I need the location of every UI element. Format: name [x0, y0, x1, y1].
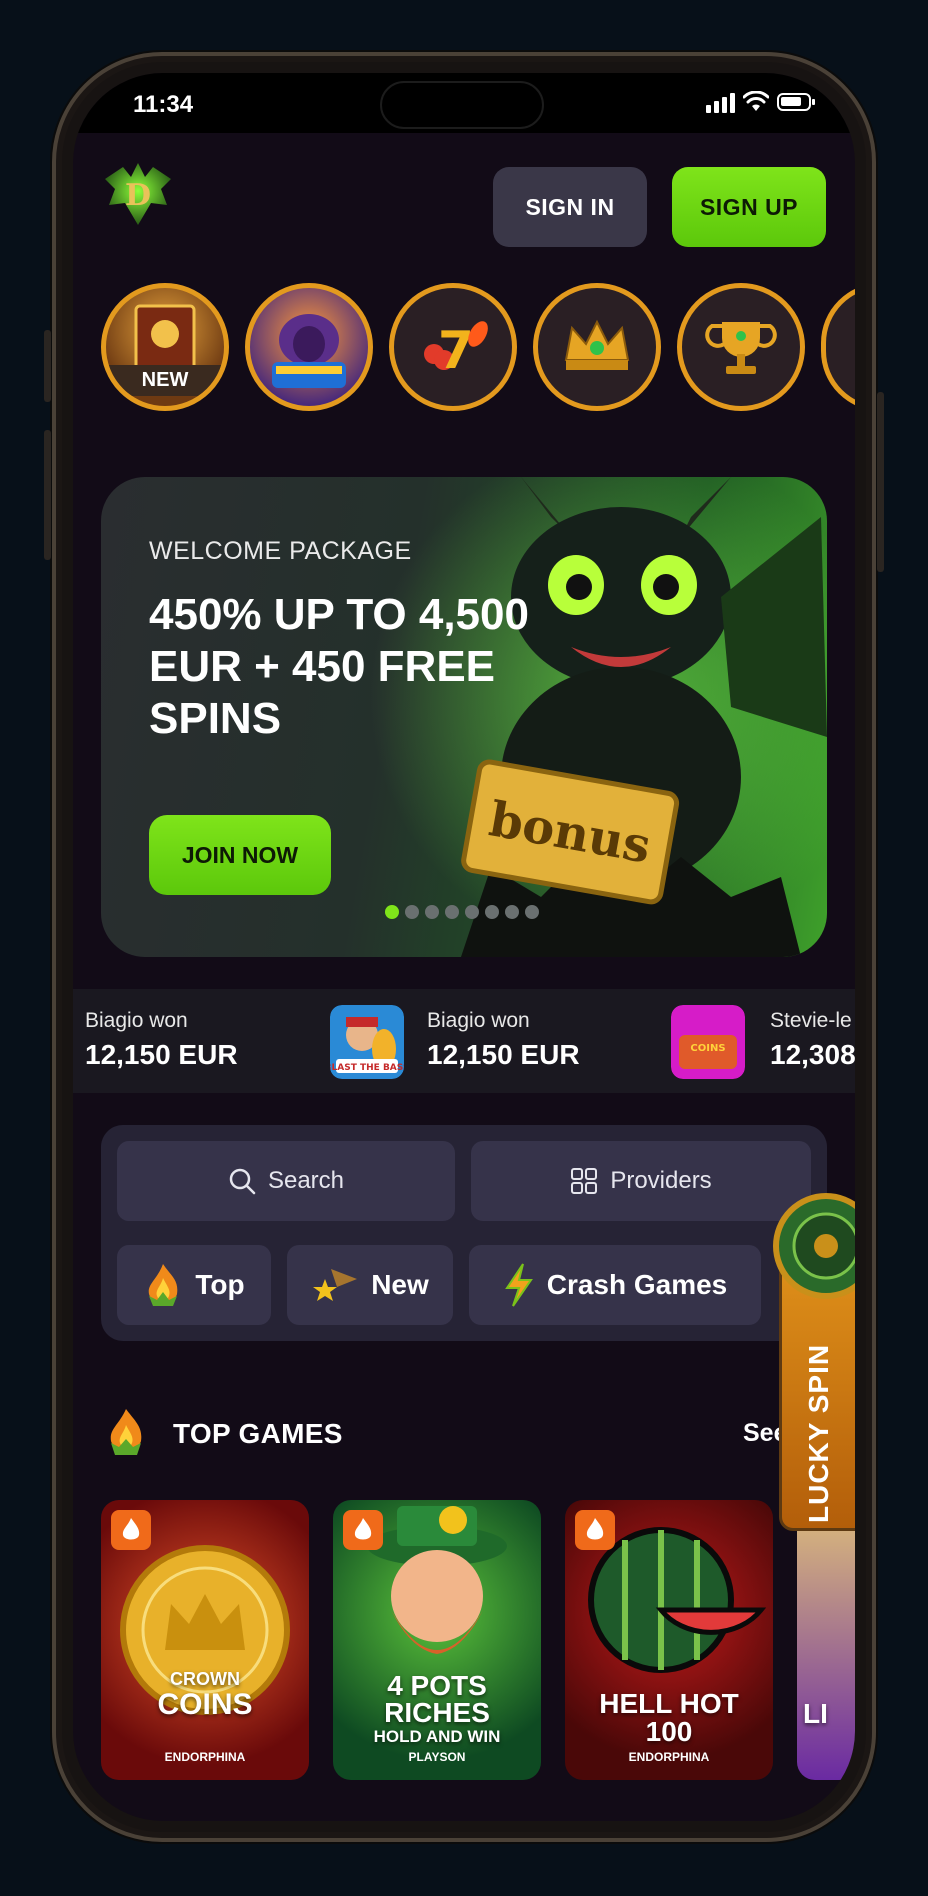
- lightning-icon: [504, 1263, 533, 1307]
- game-card-4-pots-riches[interactable]: 4 POTS RICHES HOLD AND WIN PLAYSON: [333, 1500, 541, 1780]
- sign-up-button[interactable]: SIGN UP: [672, 167, 826, 247]
- carousel-dot[interactable]: [405, 905, 419, 919]
- winner-amount: 12,150 EUR: [85, 1039, 238, 1070]
- game-title-line2: 100: [645, 1716, 693, 1747]
- tab-crash-games[interactable]: Crash Games: [469, 1245, 761, 1325]
- fire-icon: [586, 1518, 604, 1540]
- svg-text:7: 7: [438, 321, 474, 381]
- phone-side-button: [44, 430, 51, 560]
- story-strip: NEW 7: [101, 283, 855, 415]
- winner-item: Stevie-le 12,308: [770, 1009, 855, 1071]
- game-provider: PLAYSON: [408, 1750, 466, 1764]
- phone-side-button: [44, 330, 51, 402]
- search-button[interactable]: Search: [117, 1141, 455, 1221]
- story-crown[interactable]: [533, 283, 661, 411]
- coins-label: COINS: [690, 1043, 725, 1054]
- game-title-extra: HOLD AND WIN: [373, 1727, 501, 1746]
- welcome-banner[interactable]: bonus WELCOME PACKAGE 450% UP TO 4,500 E…: [101, 477, 827, 957]
- lucky-spin-label: LUCKY SPIN: [803, 1343, 834, 1523]
- buffalo-icon: [272, 314, 346, 388]
- header: D SIGN IN SIGN UP: [73, 133, 855, 265]
- game-provider: ENDORPHINA: [164, 1750, 246, 1764]
- carousel-dot[interactable]: [485, 905, 499, 919]
- banner-title: 450% UP TO 4,500 EUR + 450 FREE SPINS: [149, 590, 529, 743]
- story-buffalo-power[interactable]: [245, 283, 373, 411]
- carousel-dots: [385, 905, 539, 919]
- story-book-of-the-hid[interactable]: NEW: [101, 283, 229, 411]
- carousel-dot[interactable]: [525, 905, 539, 919]
- join-now-button[interactable]: JOIN NOW: [149, 815, 331, 895]
- status-bar: 11:34: [73, 73, 855, 133]
- story-fruit-seven[interactable]: 7: [389, 283, 517, 411]
- story-more[interactable]: [821, 283, 855, 411]
- svg-text:D: D: [125, 178, 151, 213]
- providers-label: Providers: [610, 1167, 712, 1194]
- trophy-icon: [705, 322, 777, 374]
- wifi-icon: [743, 91, 769, 111]
- carousel-dot[interactable]: [425, 905, 439, 919]
- fire-icon: [354, 1518, 372, 1540]
- status-time: 11:34: [133, 91, 194, 118]
- game-title-line1: LI: [803, 1698, 828, 1729]
- carousel-dot[interactable]: [445, 905, 459, 919]
- winner-amount: 12,308: [770, 1039, 855, 1070]
- game-title-line1: 4 POTS: [387, 1670, 487, 1701]
- winner-amount: 12,150 EUR: [427, 1039, 580, 1070]
- game-provider: ENDORPHINA: [628, 1750, 710, 1764]
- carousel-dot[interactable]: [505, 905, 519, 919]
- hot-badge: [111, 1510, 151, 1550]
- spin-wheel-icon: [773, 1193, 855, 1299]
- screen: 11:34 D SIGN IN SIGN UP NEW 7 bonus WELC…: [73, 73, 855, 1821]
- fire-icon: [110, 1409, 142, 1455]
- game-card-hell-hot-100[interactable]: HELL HOT 100 ENDORPHINA: [565, 1500, 773, 1780]
- search-label: Search: [267, 1167, 345, 1194]
- tab-new-label: New: [371, 1269, 429, 1300]
- game-card-partial[interactable]: LI: [797, 1500, 855, 1780]
- dynamic-island: [380, 81, 544, 129]
- game-thumb-coins[interactable]: COINS: [671, 1005, 745, 1079]
- game-filter-panel: Search Providers Top New Crash Games: [101, 1125, 827, 1341]
- lucky-spin-widget[interactable]: LUCKY SPIN: [773, 1191, 855, 1531]
- hot-badge: [343, 1510, 383, 1550]
- banner-subtitle: WELCOME PACKAGE: [149, 537, 412, 565]
- winner-name: Biagio won: [427, 1009, 530, 1032]
- game-card-crown-coins[interactable]: CROWN COINS ENDORPHINA: [101, 1500, 309, 1780]
- winner-item: Biagio won 12,150 EUR: [85, 1009, 238, 1071]
- tab-crash-games-label: Crash Games: [546, 1269, 728, 1300]
- game-title-line1: HELL HOT: [599, 1688, 739, 1719]
- crown-icon: [564, 319, 630, 370]
- search-icon: [229, 1168, 256, 1195]
- providers-button[interactable]: Providers: [471, 1141, 811, 1221]
- hot-badge: [575, 1510, 615, 1550]
- tab-top[interactable]: Top: [117, 1245, 271, 1325]
- shooting-star-icon: [313, 1269, 358, 1301]
- game-title-line1: CROWN: [170, 1669, 240, 1689]
- seven-icon: 7: [424, 321, 488, 381]
- phone-side-button: [877, 392, 884, 572]
- sign-in-button[interactable]: SIGN IN: [493, 167, 647, 247]
- game-title-line2: RICHES: [384, 1697, 490, 1728]
- winner-name: Stevie-le: [770, 1009, 852, 1032]
- signal-icon: [706, 91, 735, 113]
- carousel-dot[interactable]: [385, 905, 399, 919]
- winner-name: Biagio won: [85, 1009, 188, 1032]
- tab-new[interactable]: New: [287, 1245, 453, 1325]
- winners-ticker: Biagio won 12,150 EUR BLAST THE BASS Bia…: [73, 989, 855, 1093]
- fire-icon: [149, 1264, 178, 1306]
- blast-the-bass-label: BLAST THE BASS: [330, 1063, 404, 1073]
- carousel-dot[interactable]: [465, 905, 479, 919]
- game-thumb-blast-the-bass[interactable]: BLAST THE BASS: [330, 1005, 404, 1079]
- winner-item: Biagio won 12,150 EUR: [427, 1009, 580, 1071]
- tab-top-label: Top: [195, 1269, 245, 1300]
- game-title-line2: COINS: [157, 1688, 253, 1721]
- status-icons: [706, 91, 815, 113]
- story-trophy[interactable]: [677, 283, 805, 411]
- story-badge-new: NEW: [106, 365, 224, 396]
- grid-icon: [571, 1168, 598, 1194]
- battery-icon: [777, 93, 815, 111]
- fire-icon: [122, 1518, 140, 1540]
- section-title-top-games: TOP GAMES: [173, 1418, 343, 1449]
- dragon-logo[interactable]: D: [101, 159, 175, 229]
